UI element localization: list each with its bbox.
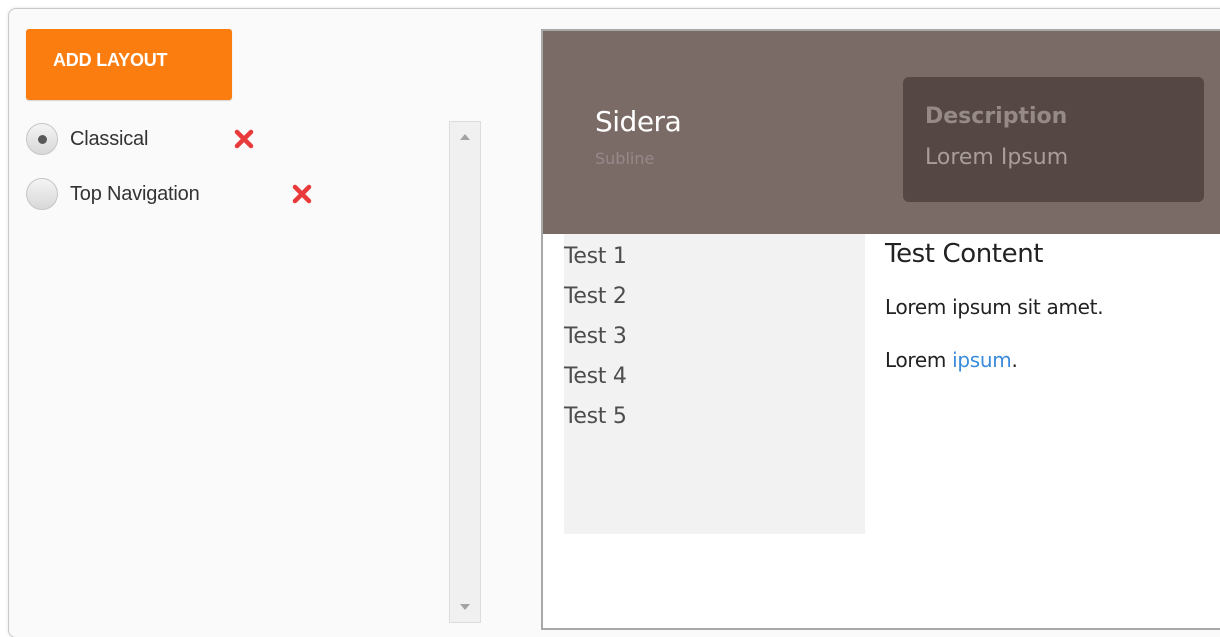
- description-title: Description: [925, 104, 1068, 129]
- chevron-down-icon[interactable]: [450, 592, 480, 622]
- layout-item-classical[interactable]: Classical: [26, 122, 148, 156]
- paragraph-text: .: [1011, 348, 1018, 372]
- content-paragraph: Lorem ipsum sit amet.: [885, 295, 1104, 319]
- description-text: Lorem Ipsum: [925, 145, 1069, 170]
- menu-item[interactable]: Test 3: [564, 322, 865, 362]
- preview-header: Sidera Subline Description Lorem Ipsum: [543, 31, 1220, 234]
- add-layout-button[interactable]: ADD LAYOUT: [26, 29, 232, 100]
- delete-icon[interactable]: [234, 129, 254, 149]
- site-title: Sidera: [595, 105, 682, 138]
- menu-item[interactable]: Test 4: [564, 362, 865, 402]
- paragraph-text: Lorem: [885, 348, 953, 372]
- layout-list-scrollbar[interactable]: [449, 121, 481, 623]
- content-link[interactable]: ipsum: [952, 348, 1012, 372]
- content-title: Test Content: [885, 239, 1044, 269]
- preview-side-menu: Test 1 Test 2 Test 3 Test 4 Test 5: [564, 234, 865, 534]
- menu-item[interactable]: Test 2: [564, 282, 865, 322]
- layout-preview: Sidera Subline Description Lorem Ipsum T…: [541, 29, 1220, 630]
- layout-radio-top-navigation[interactable]: [26, 178, 58, 210]
- layout-item-top-navigation[interactable]: Top Navigation: [26, 177, 200, 211]
- menu-item[interactable]: Test 1: [564, 242, 865, 282]
- content-paragraph: Lorem ipsum.: [885, 348, 1220, 372]
- menu-item[interactable]: Test 5: [564, 402, 865, 442]
- layout-item-label: Top Navigation: [70, 182, 200, 205]
- description-box: Description Lorem Ipsum: [903, 77, 1204, 202]
- chevron-up-icon[interactable]: [450, 122, 480, 152]
- layout-item-label: Classical: [70, 127, 149, 150]
- layout-radio-classical[interactable]: [26, 123, 58, 155]
- delete-icon[interactable]: [292, 184, 312, 204]
- site-subline: Subline: [595, 149, 655, 168]
- preview-content: Test Content Lorem ipsum sit amet. Lorem…: [885, 239, 1220, 372]
